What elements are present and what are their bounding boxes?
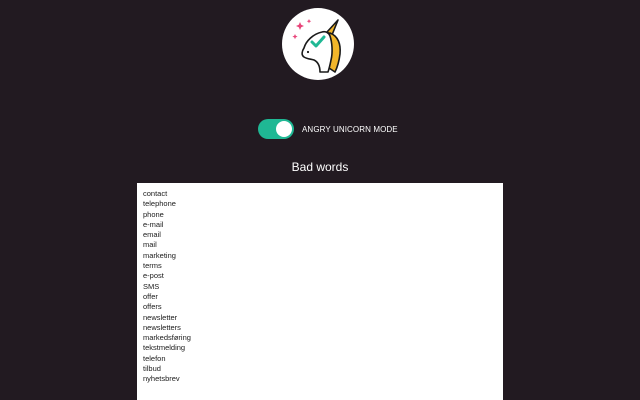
bad-word-item: newsletters — [143, 322, 181, 332]
bad-word-item: email — [143, 230, 161, 240]
bad-word-item: SMS — [143, 281, 160, 291]
bad-word-item: mail — [143, 240, 157, 250]
angry-unicorn-mode-toggle[interactable] — [258, 119, 294, 139]
bad-word-item: contact — [143, 189, 168, 198]
bad-word-item: phone — [143, 209, 164, 219]
bad-words-title: Bad words — [291, 160, 349, 174]
bad-word-item: marketing — [143, 250, 176, 260]
bad-word-item: offers — [143, 302, 162, 312]
bad-word-item: offer — [143, 291, 158, 301]
unicorn-check-icon — [292, 19, 341, 73]
bad-words-textarea[interactable]: contact telephone phone e-mail email mail mark… — [137, 183, 503, 400]
bad-word-item: e-mail — [143, 219, 164, 229]
bad-word-item: tekstmelding — [143, 343, 186, 353]
logo — [282, 8, 354, 80]
bad-word-item: tilbud — [143, 364, 161, 374]
bad-word-item: e-post — [143, 271, 164, 281]
bad-words-list: contact telephone phone e-mail email mail mark… — [143, 189, 497, 385]
toggle-knob — [276, 121, 292, 137]
bad-word-item: nyhetsbrev — [143, 374, 180, 384]
angry-unicorn-mode-label: ANGRY UNICORN MODE — [302, 124, 398, 134]
bad-word-item: newsletter — [143, 312, 178, 322]
bad-word-item: markedsføring — [143, 333, 191, 343]
bad-word-item: terms — [143, 261, 162, 271]
bad-word-item: telephone — [143, 199, 176, 209]
angry-unicorn-mode-setting: ANGRY UNICORN MODE — [258, 118, 398, 140]
bad-word-item: telefon — [143, 353, 166, 363]
options-page: ANGRY UNICORN MODE Bad words contact tele… — [0, 0, 640, 400]
